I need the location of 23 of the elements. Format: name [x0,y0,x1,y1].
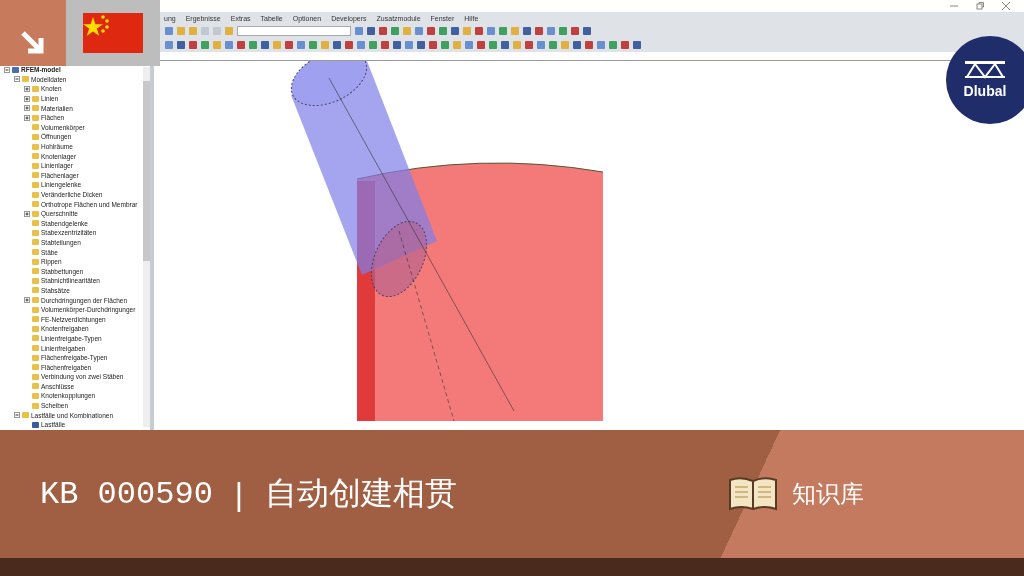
arrow-icon [20,30,46,56]
bridge-icon [965,61,1005,79]
view-dropdown[interactable] [237,26,351,36]
scrollbar[interactable] [143,67,150,427]
close-icon[interactable] [1002,2,1010,10]
flag-icon [83,13,143,53]
article-code: KB 000590 [40,475,213,513]
expand-toggle[interactable] [4,66,10,73]
expand-toggle[interactable] [24,105,30,112]
expand-toggle[interactable] [14,76,20,83]
book-icon [728,476,778,512]
expand-toggle[interactable] [24,210,30,217]
minimize-icon[interactable] [950,2,958,10]
logo-text: Dlubal [963,83,1007,99]
expand-toggle[interactable] [24,297,30,304]
expand-toggle[interactable] [24,114,30,121]
expand-toggle[interactable] [24,95,30,102]
expand-toggle[interactable] [14,412,20,419]
restore-icon[interactable] [976,2,984,10]
separator: | [234,475,244,513]
article-title: 自动创建相贯 [265,474,458,513]
expand-toggle[interactable] [24,86,30,92]
category-label: 知识库 [792,479,864,509]
